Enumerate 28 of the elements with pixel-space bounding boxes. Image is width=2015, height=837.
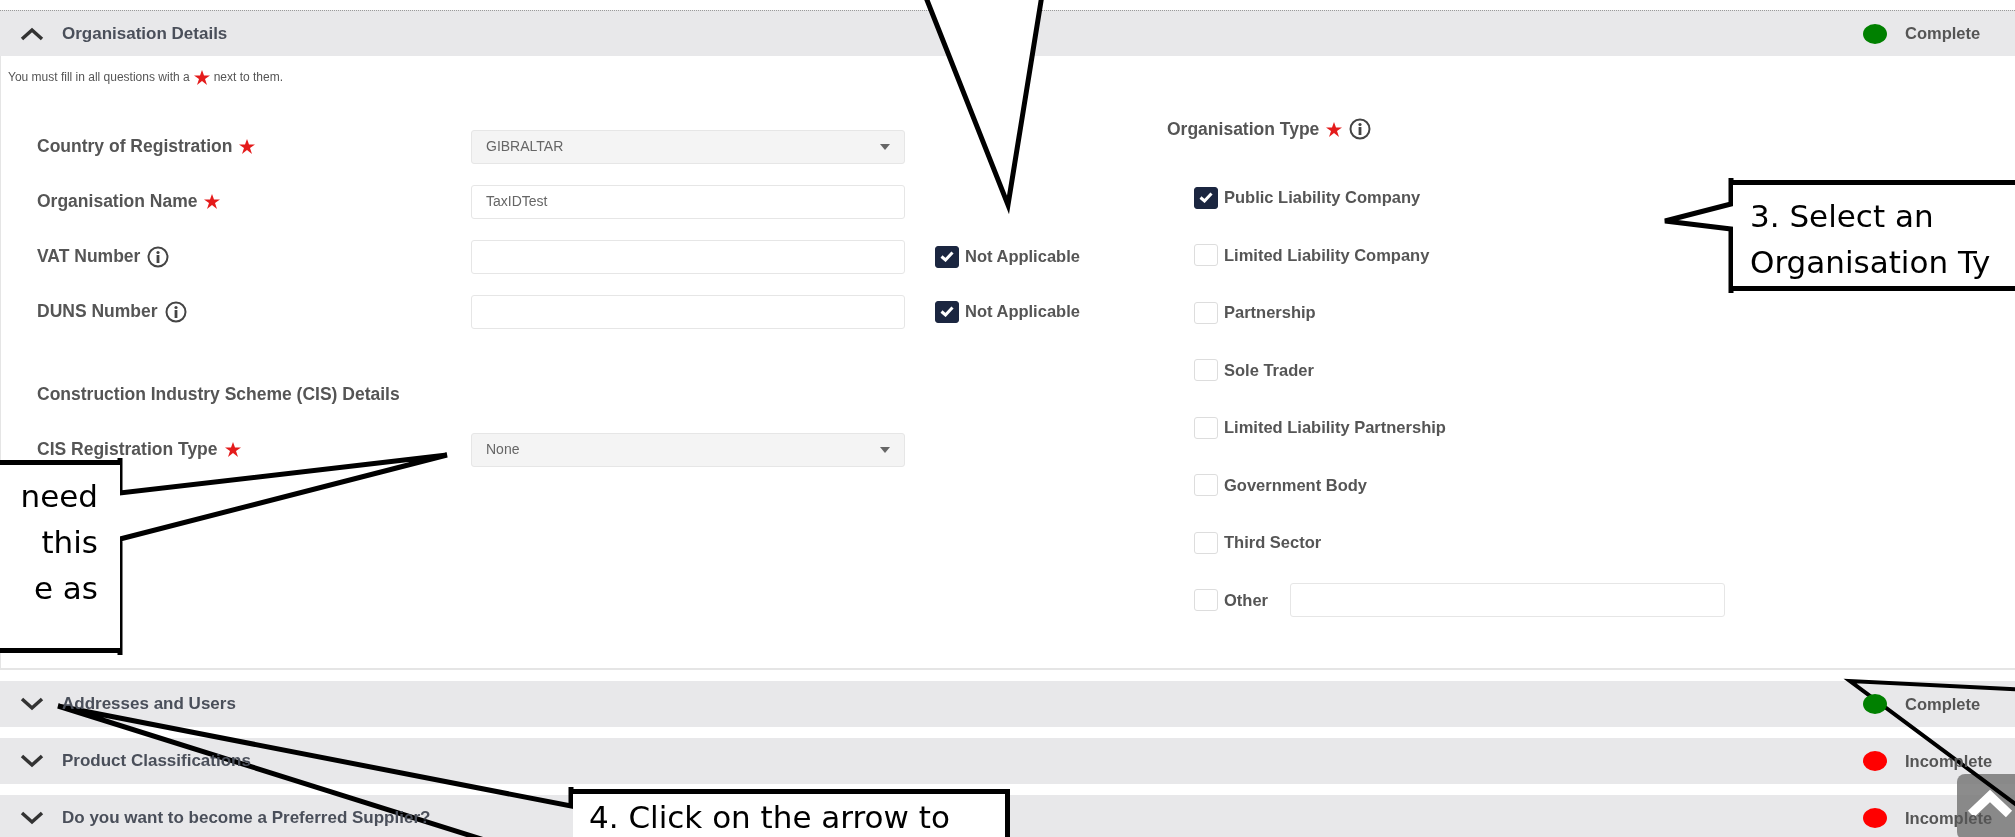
field-label: CIS Registration Type bbox=[37, 438, 218, 462]
field-label: Organisation Name bbox=[37, 190, 198, 214]
section-title: Organisation Details bbox=[62, 22, 228, 45]
instruction-text: next to them. bbox=[213, 69, 284, 86]
checkbox-label: Sole Trader bbox=[1224, 359, 1314, 381]
callout-text: 4. Click on the arrow to bbox=[589, 798, 950, 837]
status-label: Complete bbox=[1905, 23, 1982, 45]
checkbox-label: Government Body bbox=[1224, 474, 1368, 496]
field-label: DUNS Number bbox=[37, 300, 158, 324]
checkbox-label: Limited Liability Partnership bbox=[1224, 417, 1446, 439]
instruction-text: You must fill in all questions with a bbox=[8, 69, 190, 86]
callout-text: need this e as bbox=[20, 477, 98, 608]
field-label: Organisation Type bbox=[1167, 117, 1320, 141]
callout-text: 3. Select an Organisation Ty bbox=[1750, 197, 1991, 282]
section-subheading: Construction Industry Scheme (CIS) Details bbox=[37, 383, 401, 407]
section-title: Addresses and Users bbox=[62, 693, 236, 716]
status-label: Complete bbox=[1905, 693, 1982, 715]
field-label: VAT Number bbox=[37, 245, 141, 269]
checkbox-label: Limited Liability Company bbox=[1224, 244, 1430, 266]
field-label: Country of Registration bbox=[37, 135, 233, 159]
checkbox-label: Third Sector bbox=[1224, 532, 1322, 554]
checkbox-label: Partnership bbox=[1224, 302, 1316, 324]
checkbox-label: Other bbox=[1224, 589, 1268, 611]
checkbox-label: Not Applicable bbox=[965, 301, 1080, 323]
checkbox-label: Public Liability Company bbox=[1224, 187, 1421, 209]
select-value: None bbox=[486, 440, 520, 459]
select-value: GIBRALTAR bbox=[486, 137, 564, 156]
checkbox-label: Not Applicable bbox=[965, 246, 1080, 268]
